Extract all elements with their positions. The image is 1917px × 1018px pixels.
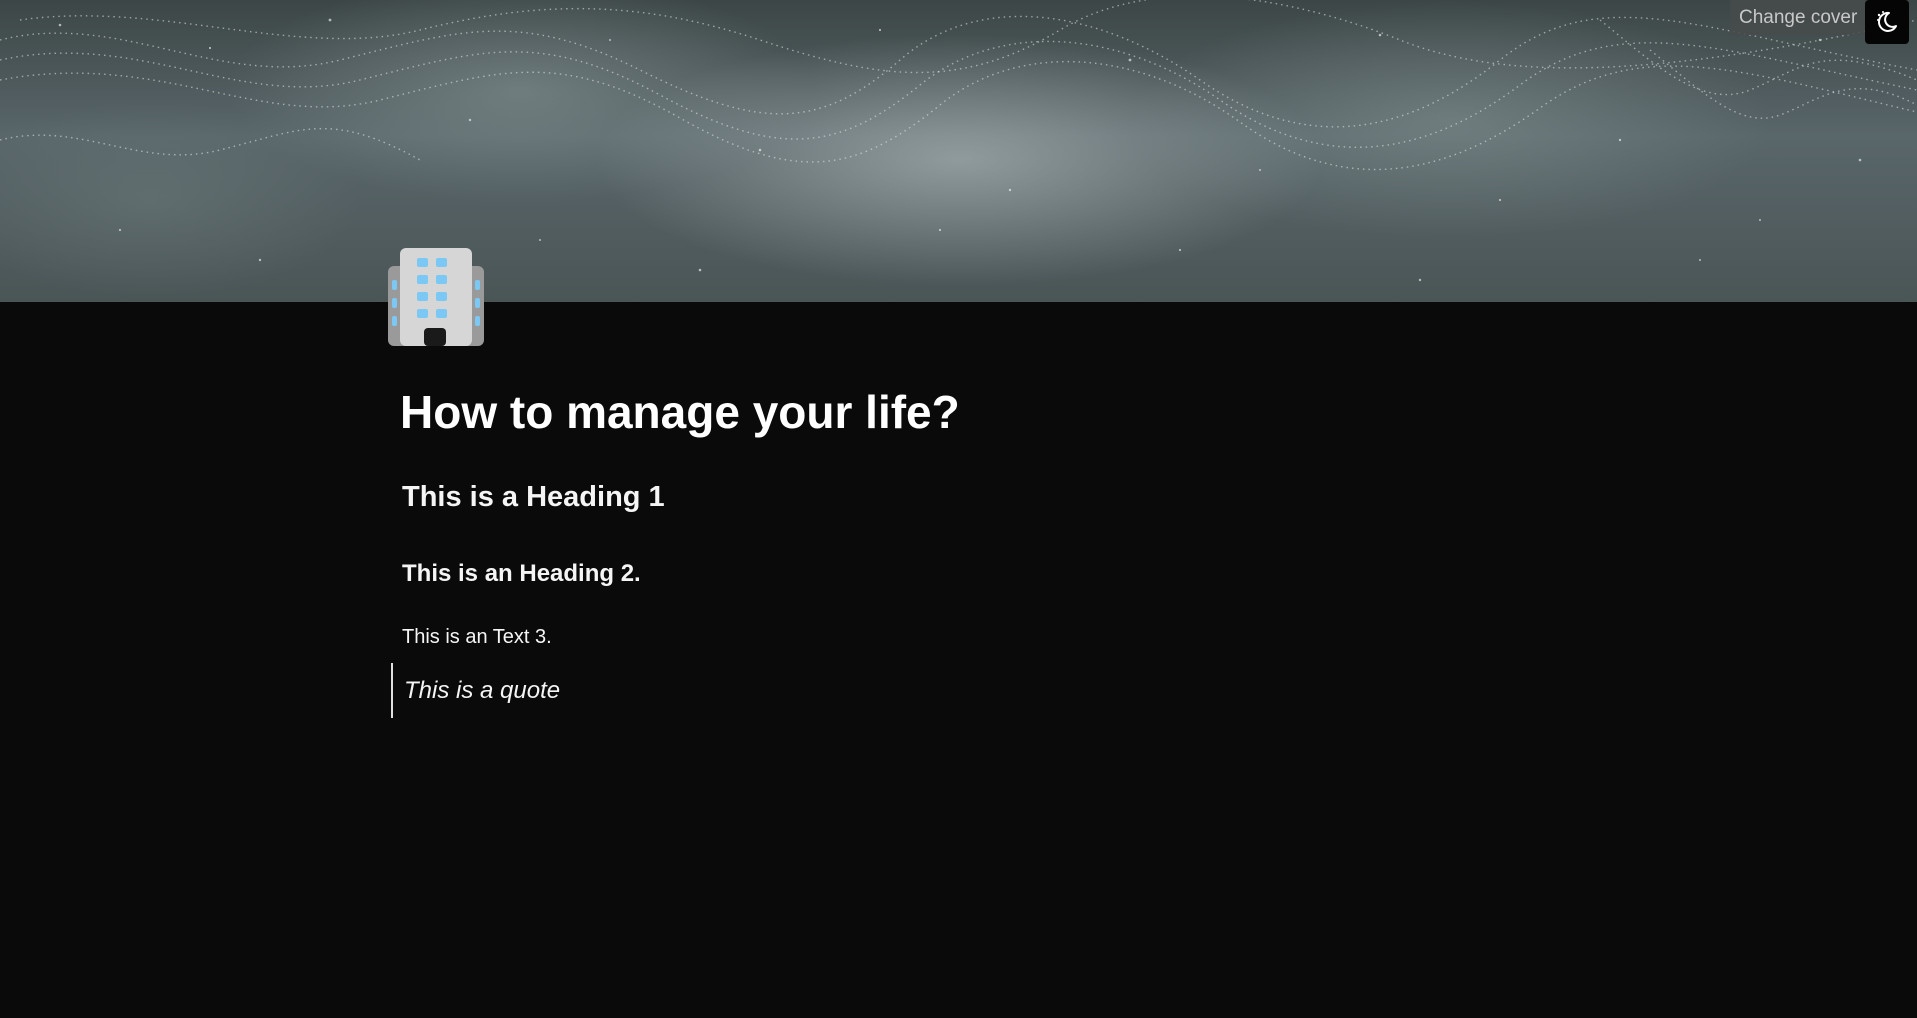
quote-text: This is a quote [404, 676, 561, 704]
office-building-icon [388, 248, 484, 346]
page-cover-image [0, 0, 1917, 302]
theme-toggle-button[interactable] [1865, 0, 1909, 44]
text-block[interactable]: This is an Text 3. [402, 625, 552, 649]
page-icon[interactable] [386, 248, 486, 346]
quote-block[interactable]: This is a quote [391, 663, 560, 718]
particle-wave-artwork [0, 0, 1917, 282]
change-cover-button[interactable]: Change cover [1730, 0, 1867, 35]
heading-1-block[interactable]: This is a Heading 1 [402, 480, 665, 515]
moon-icon [1877, 11, 1897, 32]
heading-2-block[interactable]: This is an Heading 2. [402, 560, 641, 589]
page-title[interactable]: How to manage your life? [400, 385, 960, 440]
